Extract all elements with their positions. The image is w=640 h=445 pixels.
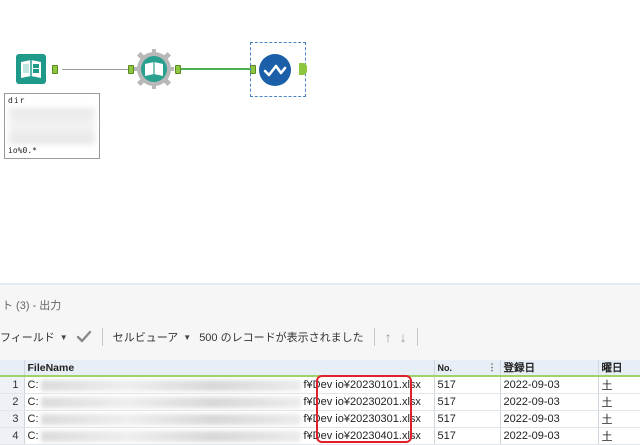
dynamic-input-tool[interactable] — [134, 49, 174, 89]
blurred-path — [40, 413, 301, 425]
open-book-gear-icon — [134, 49, 174, 89]
row-number: 4 — [0, 427, 25, 445]
annotation-top-text: dir — [8, 96, 26, 105]
row-number: 2 — [0, 393, 25, 411]
connector-input-to-browse — [180, 68, 254, 70]
column-resize-handle-icon[interactable]: ⋮ — [488, 362, 497, 373]
grid-header-row: FileName No. ⋮ 登録日 曜日 — [0, 360, 640, 377]
cell-weekday[interactable]: 土 — [598, 410, 640, 428]
column-header-weekday[interactable]: 曜日 — [598, 360, 640, 377]
blurred-path — [40, 430, 301, 442]
row-number: 3 — [0, 410, 25, 428]
column-header-no[interactable]: No. ⋮ — [434, 360, 501, 377]
checkmark-icon — [76, 330, 91, 343]
field-label: フィールド — [0, 332, 55, 344]
toolbar-divider — [101, 328, 103, 346]
column-header-filename[interactable]: FileName — [24, 360, 435, 377]
connector-directory-to-input — [62, 69, 128, 70]
directory-tool[interactable] — [15, 53, 47, 85]
cell-weekday[interactable]: 土 — [598, 376, 640, 394]
browse-output-tab — [299, 63, 307, 75]
row-number-header — [0, 360, 25, 377]
filename-highlight-box — [316, 375, 412, 443]
browse-tool[interactable] — [250, 42, 307, 97]
cell-no[interactable]: 517 — [434, 376, 501, 394]
blurred-path — [40, 379, 301, 391]
blurred-path — [40, 396, 301, 408]
cell-weekday[interactable]: 土 — [598, 393, 640, 411]
input-output-anchor[interactable] — [175, 65, 181, 74]
cell-weekday[interactable]: 土 — [598, 427, 640, 445]
cell-viewer-label: セルビューア — [112, 332, 179, 344]
results-toolbar: フィールド ▼ セルビューア ▼ 500 のレコードが表示されました ↑ ↓ — [0, 324, 640, 350]
cell-no[interactable]: 517 — [434, 393, 501, 411]
record-count: 500 のレコードが表示されました — [195, 326, 367, 348]
arrow-down-icon: ↓ — [399, 329, 407, 345]
cell-registered-date[interactable]: 2022-09-03 — [500, 393, 599, 411]
toolbar-divider — [416, 328, 418, 346]
directory-output-anchor[interactable] — [52, 65, 58, 74]
results-panel-title: ト (3) - 出力 — [2, 300, 62, 312]
column-header-registered-date[interactable]: 登録日 — [500, 360, 599, 377]
cell-viewer-dropdown[interactable]: セルビューア ▼ — [109, 326, 195, 348]
annotation-bottom-text: io%0.* — [8, 146, 37, 155]
scroll-up-button[interactable]: ↑ — [381, 326, 396, 348]
arrow-up-icon: ↑ — [384, 329, 392, 345]
chevron-down-icon: ▼ — [59, 332, 68, 342]
cell-no[interactable]: 517 — [434, 410, 501, 428]
chevron-down-icon: ▼ — [183, 332, 192, 342]
workflow-canvas[interactable]: dir io%0.* — [0, 0, 640, 283]
browse-checkmark-icon — [259, 54, 291, 86]
apply-check-button[interactable] — [72, 326, 96, 348]
cell-registered-date[interactable]: 2022-09-03 — [500, 427, 599, 445]
annotation-blurred-content — [9, 108, 95, 144]
field-dropdown[interactable]: フィールド ▼ — [0, 326, 72, 348]
tool-annotation: dir io%0.* — [4, 93, 100, 159]
scroll-down-button[interactable]: ↓ — [396, 326, 411, 348]
cell-registered-date[interactable]: 2022-09-03 — [500, 410, 599, 428]
cell-registered-date[interactable]: 2022-09-03 — [500, 376, 599, 394]
directory-book-icon — [16, 54, 46, 84]
row-number: 1 — [0, 376, 25, 394]
toolbar-divider — [373, 328, 375, 346]
cell-no[interactable]: 517 — [434, 427, 501, 445]
record-count-text: 500 のレコードが表示されました — [199, 332, 364, 344]
